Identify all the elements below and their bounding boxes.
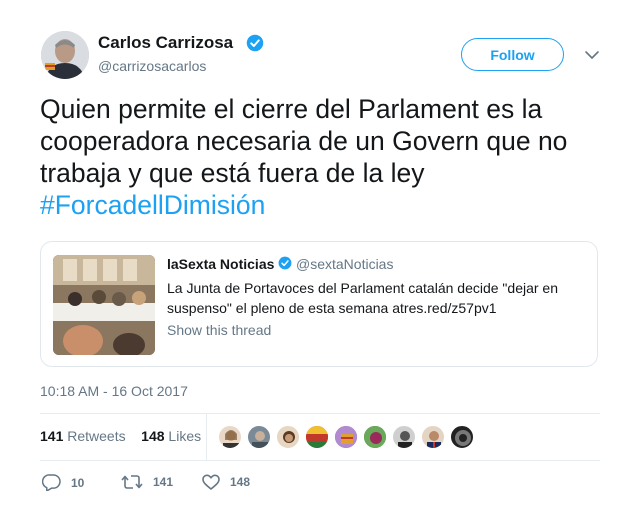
liker-avatar[interactable] [334, 425, 358, 449]
likes-label[interactable]: Likes [168, 428, 201, 444]
liker-avatar[interactable] [247, 425, 271, 449]
liker-avatar[interactable] [305, 425, 329, 449]
quoted-tweet-image[interactable] [53, 255, 155, 355]
retweets-label[interactable]: Retweets [67, 428, 125, 444]
reply-count: 10 [71, 475, 85, 490]
tweet-timestamp[interactable]: 10:18 AM - 16 Oct 2017 [40, 383, 188, 399]
verified-badge-icon [246, 34, 264, 52]
liker-avatar[interactable] [421, 425, 445, 449]
divider [40, 460, 600, 461]
author-handle[interactable]: @carrizosacarlos [98, 58, 206, 74]
chevron-down-icon[interactable] [584, 48, 600, 62]
verified-badge-icon [278, 256, 292, 270]
likes-count[interactable]: 148 [141, 428, 164, 444]
quoted-tweet-text: La Junta de Portavoces del Parlament cat… [167, 280, 558, 316]
retweets-count[interactable]: 141 [40, 428, 63, 444]
reply-icon [42, 474, 61, 491]
like-button[interactable]: 148 [202, 474, 250, 490]
tweet-body: Quien permite el cierre del Parlament es… [40, 94, 568, 188]
liker-avatar[interactable] [218, 425, 242, 449]
quoted-author-handle[interactable]: @sextaNoticias [296, 256, 393, 272]
liker-avatar[interactable] [450, 425, 474, 449]
like-count: 148 [230, 475, 251, 489]
show-thread-link[interactable]: Show this thread [167, 322, 271, 338]
author-name[interactable]: Carlos Carrizosa [98, 33, 233, 53]
liker-avatar[interactable] [276, 425, 300, 449]
hashtag-link[interactable]: #ForcadellDimisión [40, 190, 265, 220]
divider [40, 413, 600, 414]
author-avatar[interactable] [41, 31, 89, 79]
liker-avatar[interactable] [392, 425, 416, 449]
quoted-author-name[interactable]: laSexta Noticias [167, 256, 274, 272]
reply-button[interactable]: 10 [42, 474, 84, 491]
retweet-button[interactable]: 141 [121, 474, 173, 490]
heart-icon [202, 474, 220, 490]
engagement-stats: 141 Retweets 148 Likes [40, 428, 201, 444]
tweet-text: Quien permite el cierre del Parlament es… [40, 93, 610, 221]
retweet-count: 141 [153, 475, 174, 489]
divider [206, 414, 207, 460]
liker-avatar[interactable] [363, 425, 387, 449]
follow-button[interactable]: Follow [461, 38, 564, 71]
retweet-icon [121, 475, 143, 489]
